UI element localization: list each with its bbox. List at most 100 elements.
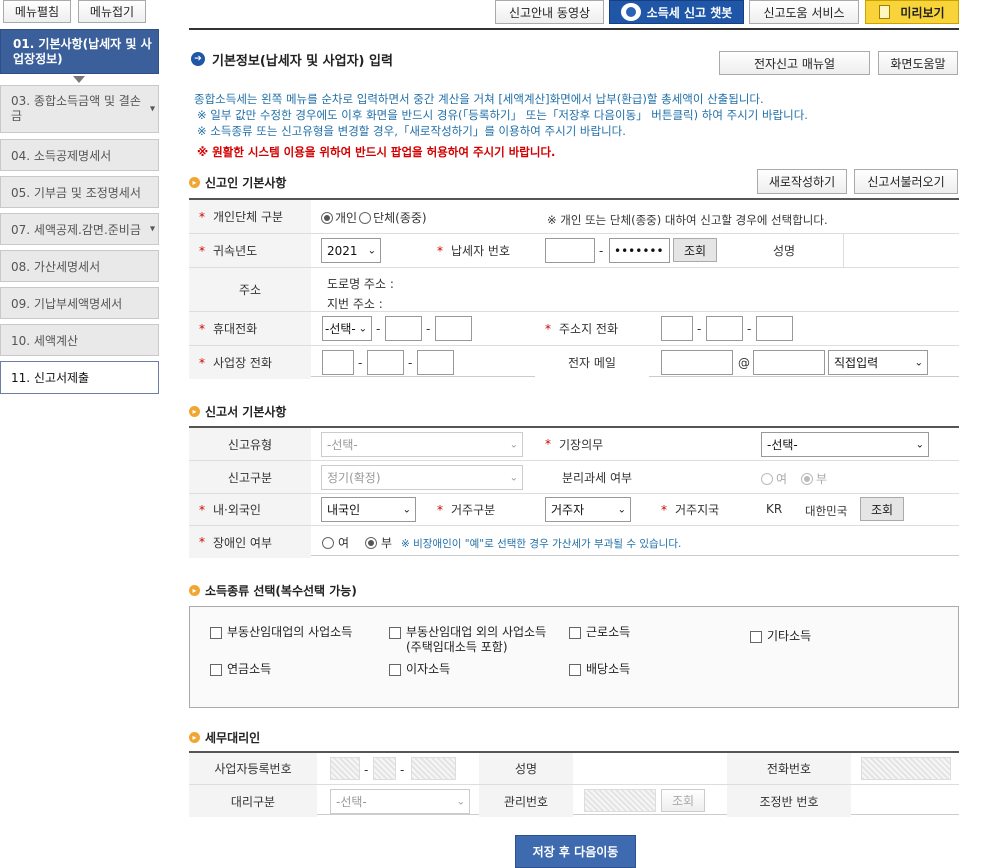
video-guide-button[interactable]: 신고안내 동영상: [495, 0, 604, 24]
chevron-down-icon: ⌄: [509, 439, 518, 450]
income-rental-checkbox[interactable]: 부동산임대업의 사업소득: [210, 625, 352, 640]
chevron-down-icon: ▾: [149, 223, 155, 235]
sidebar-item-credit[interactable]: 07. 세액공제.감면.준비금 ▾: [0, 213, 159, 245]
chevron-down-icon: ⌄: [617, 504, 626, 515]
mobile-mid-input[interactable]: [385, 316, 422, 341]
sidebar-item-label: 04. 소득공제명세서: [11, 148, 112, 163]
bookkeeping-select[interactable]: -선택- ⌄: [761, 432, 929, 457]
radio-checked-icon: [365, 536, 378, 549]
label-home-phone: 주소지 전화: [559, 322, 619, 336]
country-lookup-button[interactable]: 조회: [860, 497, 904, 521]
sidebar-item-donation[interactable]: 05. 기부금 및 조정명세서: [0, 176, 159, 208]
income-type-box: 부동산임대업의 사업소득 부동산임대업 외의 사업소득 (주택임대소득 포함) 근…: [189, 606, 959, 708]
biz-phone-2-input[interactable]: [367, 350, 404, 375]
taxid-lookup-button[interactable]: 조회: [673, 238, 717, 262]
return-type-select[interactable]: -선택- ⌄: [321, 432, 523, 457]
label-adjust-number: 조정반 번호: [759, 794, 819, 809]
help-service-button[interactable]: 신고도움 서비스: [749, 0, 859, 24]
email-id-input[interactable]: [661, 350, 733, 375]
menu-open-button[interactable]: 메뉴펼침: [3, 0, 71, 23]
country-code: KR: [766, 502, 783, 516]
section-title: 소득종류 선택(복수선택 가능): [205, 584, 357, 598]
save-next-button[interactable]: 저장 후 다음이동: [515, 835, 636, 868]
income-other-checkbox[interactable]: 기타소득: [750, 629, 811, 644]
income-pension-checkbox[interactable]: 연금소득: [210, 662, 271, 677]
mobile-last-input[interactable]: [435, 316, 472, 341]
e-filing-manual-button[interactable]: 전자신고 매뉴얼: [719, 51, 870, 75]
popup-warning: ※ 원활한 시스템 이용을 위하여 반드시 팝업을 허용하여 주시기 바랍니다.: [197, 145, 556, 159]
sidebar-item-income[interactable]: 03. 종합소득금액 및 결손금 ▾: [0, 85, 159, 133]
chatbot-button[interactable]: 소득세 신고 챗봇: [609, 0, 744, 24]
label-bookkeeping: 기장의무: [559, 437, 604, 452]
info-text-1: 종합소득세는 왼쪽 메뉴를 순차로 입력하면서 중간 계산을 거쳐 [세액계산]…: [194, 92, 764, 106]
menu-close-button[interactable]: 메뉴접기: [78, 0, 146, 23]
radio-checked-icon: [801, 472, 814, 485]
label-taxid: 납세자 번호: [451, 244, 511, 258]
new-write-button[interactable]: 새로작성하기: [757, 169, 847, 194]
load-return-button[interactable]: 신고서불러오기: [854, 169, 958, 194]
section-reporter: ▸ 신고인 기본사항: [189, 174, 286, 191]
section-title: 신고인 기본사항: [205, 176, 287, 190]
mobile-prefix-select[interactable]: -선택- ⌄: [322, 316, 372, 341]
income-dividend-checkbox[interactable]: 배당소득: [569, 662, 630, 677]
preview-button[interactable]: 미리보기: [865, 0, 959, 24]
label-address: 주소: [238, 283, 262, 297]
info-text-3: ※ 소득종류 또는 신고유형을 변경할 경우,「새로작성하기」를 이용하여 주시…: [197, 124, 626, 138]
label-agent-phone: 전화번호: [766, 762, 812, 776]
income-wage-checkbox[interactable]: 근로소득: [569, 625, 630, 640]
email-domain-input[interactable]: [753, 350, 825, 375]
agent-type-select[interactable]: -선택- ⌄: [330, 789, 470, 814]
chevron-down-icon: ⌄: [367, 245, 376, 256]
chevron-down-icon: ⌄: [915, 439, 924, 450]
sidebar-item-calc[interactable]: 10. 세액계산: [0, 324, 159, 356]
section-tax-agent: ▸ 세무대리인: [189, 729, 260, 746]
radio-empty-icon: [322, 536, 334, 549]
year-select[interactable]: 2021 ⌄: [321, 238, 381, 263]
home-phone-2-input[interactable]: [706, 316, 743, 341]
taxid-front-input[interactable]: [545, 238, 595, 263]
chevron-down-icon: ⌄: [358, 323, 367, 334]
income-interest-checkbox[interactable]: 이자소득: [389, 662, 450, 677]
screen-help-button[interactable]: 화면도움말: [878, 51, 958, 75]
income-business-checkbox[interactable]: 부동산임대업 외의 사업소득 (주택임대소득 포함): [389, 625, 546, 655]
residence-division-select[interactable]: 거주자 ⌄: [545, 497, 631, 522]
agent-bizno-3: [411, 757, 456, 780]
chevron-down-icon: ⌄: [456, 796, 465, 807]
bullet-icon: ▸: [189, 177, 200, 188]
sidebar-item-submit[interactable]: 11. 신고서제출: [0, 361, 159, 394]
sidebar-item-basic-info[interactable]: 01. 기본사항(납세자 및 사업장정보): [0, 29, 159, 74]
label-name: 성명: [772, 244, 796, 258]
page-title: 기본정보(납세자 및 사업자) 입력: [212, 54, 393, 69]
mgmt-lookup-button[interactable]: 조회: [661, 789, 705, 812]
road-address: 도로명 주소 :: [327, 277, 394, 291]
reporter-table: * 개인단체 구분 개인 단체(종중) ※ 개인 또는 단체(종중) 대하여 신고할…: [189, 198, 959, 379]
sidebar-item-deduction[interactable]: 04. 소득공제명세서: [0, 139, 159, 171]
home-phone-3-input[interactable]: [756, 316, 793, 341]
sidebar-item-penalty[interactable]: 08. 가산세명세서: [0, 250, 159, 282]
biz-phone-3-input[interactable]: [417, 350, 454, 375]
section-income-type: ▸ 소득종류 선택(복수선택 가능): [189, 582, 357, 599]
sidebar-item-prepaid[interactable]: 09. 기납부세액명세서: [0, 287, 159, 319]
taxid-back-input[interactable]: •••••••: [609, 238, 670, 263]
bullet-icon: ▸: [189, 585, 200, 596]
label-year: 귀속년도: [213, 244, 258, 258]
resident-select[interactable]: 내국인 ⌄: [321, 497, 416, 522]
sidebar-item-label: 07. 세액공제.감면.준비금: [11, 222, 141, 237]
section-return: ▸ 신고서 기본사항: [189, 403, 286, 420]
tax-agent-table: 사업자등록번호 - - 성명 전화번호 대리구분 -선택- ⌄ 관리번호 조회 조…: [189, 751, 959, 817]
label-agent-name: 성명: [514, 762, 538, 776]
label-mgmt-number: 관리번호: [503, 794, 549, 809]
biz-phone-1-input[interactable]: [322, 350, 354, 375]
disabled-radio[interactable]: 여부: [322, 534, 392, 551]
mgmt-number: [584, 789, 656, 812]
label-return-division: 신고구분: [227, 470, 273, 485]
email-domain-select[interactable]: 직접입력 ⌄: [828, 350, 928, 375]
sidebar-item-label: 01. 기본사항(납세자 및 사업장정보): [13, 36, 152, 66]
radio-person[interactable]: 개인 단체(종중): [321, 209, 427, 226]
info-text-2: ※ 일부 값만 수정한 경우에도 이후 화면을 반드시 경유(「등록하기」 또는…: [197, 108, 808, 122]
label-country: 거주지국: [675, 503, 720, 517]
return-division-select[interactable]: 정기(확정) ⌄: [321, 465, 523, 490]
home-phone-1-input[interactable]: [661, 316, 693, 341]
separate-tax-radio[interactable]: 여부: [761, 470, 827, 487]
active-arrow-icon: [73, 76, 85, 83]
